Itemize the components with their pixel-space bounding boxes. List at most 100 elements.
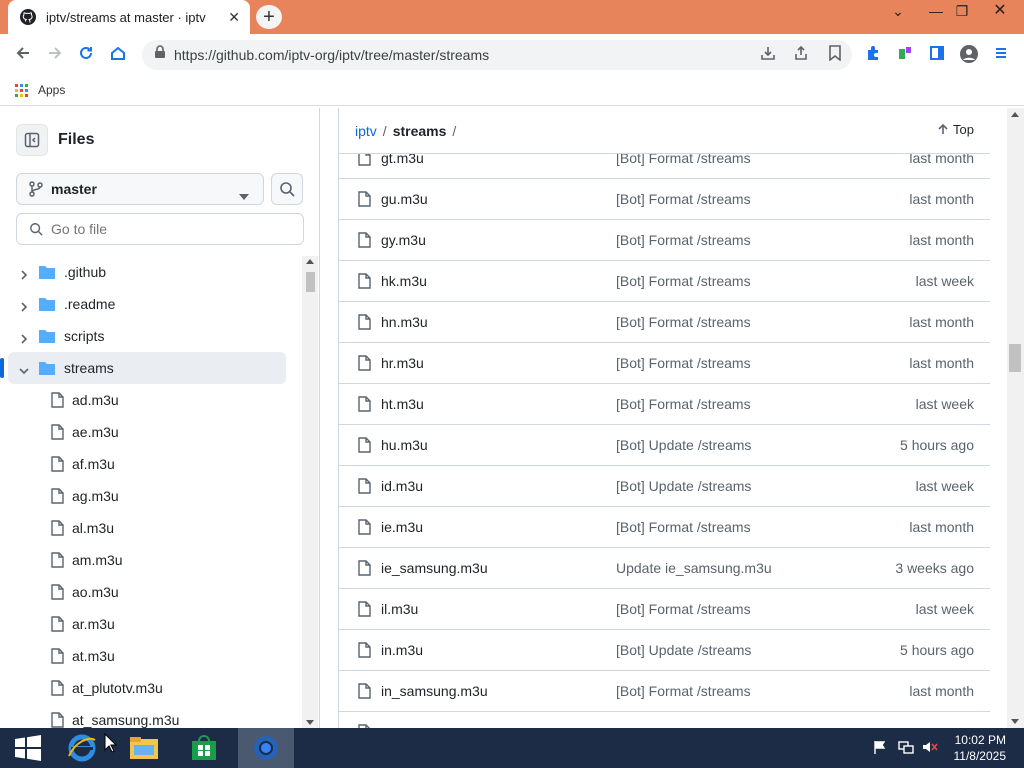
commit-message-link[interactable]: [Bot] Update /streams <box>616 437 751 453</box>
file-name-link[interactable]: hu.m3u <box>381 437 428 453</box>
share-icon[interactable] <box>793 45 809 65</box>
tree-file-item[interactable]: ar.m3u <box>0 608 300 640</box>
commit-message-link[interactable]: [Bot] Update /streams <box>616 642 751 658</box>
apps-grid-icon[interactable] <box>15 84 29 103</box>
back-to-top-button[interactable]: Top <box>937 122 974 137</box>
file-explorer-taskbar-icon[interactable] <box>116 728 172 768</box>
store-taskbar-icon[interactable] <box>176 728 232 768</box>
start-button[interactable] <box>0 728 56 768</box>
commit-message-link[interactable]: Update ie_samsung.m3u <box>616 560 772 576</box>
commit-message-link[interactable]: [Bot] Format /streams <box>616 232 751 248</box>
breadcrumb-repo-link[interactable]: iptv <box>355 123 377 139</box>
tree-folder-item[interactable]: streams <box>0 352 286 384</box>
commit-message-link[interactable]: [Bot] Format /streams <box>616 314 751 330</box>
home-icon[interactable] <box>107 44 129 66</box>
go-to-file-input[interactable] <box>51 221 291 237</box>
go-to-file-field[interactable] <box>16 213 304 245</box>
scroll-down-arrow-icon[interactable] <box>1011 719 1019 724</box>
system-clock[interactable]: 10:02 PM 11/8/2025 <box>954 732 1007 764</box>
tree-folder-item[interactable]: .readme <box>0 288 300 320</box>
browser-tab[interactable]: iptv/streams at master · iptv-org ✕ <box>8 0 250 34</box>
table-row[interactable] <box>339 712 990 728</box>
tree-folder-item[interactable]: scripts <box>0 320 300 352</box>
page-scrollbar-thumb[interactable] <box>1009 344 1021 372</box>
reload-icon[interactable] <box>75 44 97 66</box>
tree-file-item[interactable]: am.m3u <box>0 544 300 576</box>
table-row[interactable]: il.m3u [Bot] Format /streams last week <box>339 589 990 630</box>
scroll-up-arrow-icon[interactable] <box>306 259 314 264</box>
menu-kebab-icon[interactable] <box>990 44 1012 66</box>
bookmark-star-icon[interactable] <box>828 45 842 65</box>
file-name-link[interactable]: hr.m3u <box>381 355 424 371</box>
table-row[interactable]: id.m3u [Bot] Update /streams last week <box>339 466 990 507</box>
extensions-icon[interactable] <box>862 44 884 66</box>
file-name-link[interactable]: ie.m3u <box>381 519 423 535</box>
file-name-link[interactable]: il.m3u <box>381 601 418 617</box>
tree-file-item[interactable]: at_plutotv.m3u <box>0 672 300 704</box>
back-arrow-icon[interactable] <box>12 44 34 66</box>
branch-selector-button[interactable]: master <box>16 173 264 205</box>
chevron-right-icon[interactable] <box>19 331 29 347</box>
commit-message-link[interactable]: [Bot] Format /streams <box>616 355 751 371</box>
file-name-link[interactable]: id.m3u <box>381 478 423 494</box>
tab-search-chevron-icon[interactable]: ⌄ <box>882 0 914 34</box>
commit-message-link[interactable]: [Bot] Format /streams <box>616 273 751 289</box>
tree-folder-item[interactable]: .github <box>0 256 300 288</box>
tab-close-icon[interactable]: ✕ <box>228 9 240 26</box>
tree-file-item[interactable]: al.m3u <box>0 512 300 544</box>
commit-message-link[interactable]: [Bot] Format /streams <box>616 154 751 166</box>
sidebar-scrollbar-thumb[interactable] <box>306 272 315 292</box>
table-row[interactable]: gu.m3u [Bot] Format /streams last month <box>339 179 990 220</box>
chrome-taskbar-icon[interactable] <box>238 728 294 768</box>
install-icon[interactable] <box>760 45 776 65</box>
collapse-sidebar-button[interactable] <box>16 124 48 156</box>
tree-file-item[interactable]: ae.m3u <box>0 416 300 448</box>
tree-file-item[interactable]: ad.m3u <box>0 384 300 416</box>
table-row[interactable]: ie_samsung.m3u Update ie_samsung.m3u 3 wee… <box>339 548 990 589</box>
search-files-button[interactable] <box>271 173 303 205</box>
volume-muted-icon[interactable] <box>922 740 938 757</box>
extension-puzzle-green-icon[interactable] <box>894 44 916 66</box>
table-row[interactable]: ht.m3u [Bot] Format /streams last week <box>339 384 990 425</box>
file-name-link[interactable]: hn.m3u <box>381 314 428 330</box>
table-row[interactable]: hk.m3u [Bot] Format /streams last week <box>339 261 990 302</box>
tree-file-item[interactable]: ao.m3u <box>0 576 300 608</box>
file-name-link[interactable]: in_samsung.m3u <box>381 683 488 699</box>
commit-message-link[interactable]: [Bot] Format /streams <box>616 396 751 412</box>
table-row[interactable]: ie.m3u [Bot] Format /streams last month <box>339 507 990 548</box>
file-name-link[interactable]: gu.m3u <box>381 191 428 207</box>
scroll-down-arrow-icon[interactable] <box>306 720 314 725</box>
forward-arrow-icon[interactable] <box>44 44 66 66</box>
file-name-link[interactable]: gt.m3u <box>381 154 424 166</box>
new-tab-button[interactable]: + <box>256 5 282 29</box>
profile-avatar-icon[interactable] <box>958 44 980 66</box>
network-icon[interactable] <box>898 740 914 757</box>
table-row[interactable]: in.m3u [Bot] Update /streams 5 hours ago <box>339 630 990 671</box>
file-name-link[interactable]: ht.m3u <box>381 396 424 412</box>
commit-message-link[interactable]: [Bot] Update /streams <box>616 478 751 494</box>
commit-message-link[interactable]: [Bot] Format /streams <box>616 519 751 535</box>
tree-file-item[interactable]: ag.m3u <box>0 480 300 512</box>
file-name-link[interactable]: in.m3u <box>381 642 423 658</box>
page-scrollbar[interactable] <box>1007 108 1024 728</box>
table-row[interactable]: gy.m3u [Bot] Format /streams last month <box>339 220 990 261</box>
commit-message-link[interactable]: [Bot] Format /streams <box>616 683 751 699</box>
table-row[interactable]: in_samsung.m3u [Bot] Format /streams last … <box>339 671 990 712</box>
lock-icon[interactable] <box>154 45 166 63</box>
chevron-right-icon[interactable] <box>19 299 29 315</box>
internet-explorer-taskbar-icon[interactable] <box>54 728 110 768</box>
sidebar-scrollbar[interactable] <box>302 256 318 728</box>
file-name-link[interactable]: ie_samsung.m3u <box>381 560 488 576</box>
commit-message-link[interactable]: [Bot] Format /streams <box>616 191 751 207</box>
tree-file-item[interactable]: at.m3u <box>0 640 300 672</box>
table-row[interactable]: gt.m3u [Bot] Format /streams last month <box>339 154 990 179</box>
apps-bookmark[interactable]: Apps <box>38 83 65 97</box>
flag-icon[interactable] <box>873 740 887 757</box>
address-bar[interactable]: https://github.com/iptv-org/iptv/tree/ma… <box>142 40 852 70</box>
chevron-right-icon[interactable] <box>19 267 29 283</box>
table-row[interactable]: hr.m3u [Bot] Format /streams last month <box>339 343 990 384</box>
commit-message-link[interactable]: [Bot] Format /streams <box>616 601 751 617</box>
side-panel-icon[interactable] <box>926 44 948 66</box>
restore-button[interactable]: ❐ <box>946 0 978 34</box>
close-window-button[interactable]: ✕ <box>984 0 1016 34</box>
